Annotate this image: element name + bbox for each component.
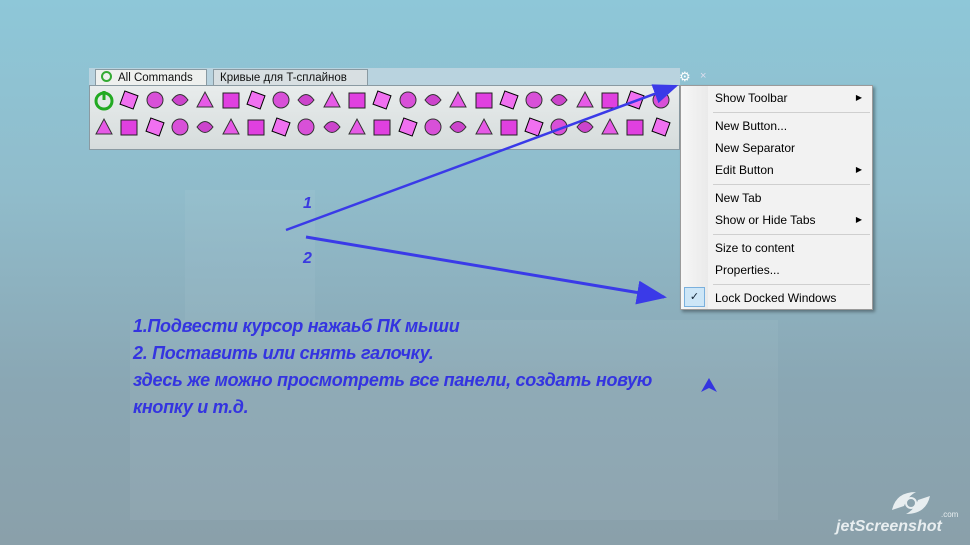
menu-item-lock-docked-windows[interactable]: Lock Docked Windows xyxy=(715,291,836,305)
submenu-arrow-icon: ▶ xyxy=(855,165,862,174)
menu-separator xyxy=(713,112,870,113)
menu-item-edit-button[interactable]: Edit Button xyxy=(715,163,865,177)
cursor-mark-icon xyxy=(701,378,717,392)
annotation-label-2: 2 xyxy=(303,250,312,267)
menu-item-size-to-content[interactable]: Size to content xyxy=(715,241,794,255)
menu-gutter xyxy=(681,86,708,309)
watermark-logo: jetScreenshot .com xyxy=(836,488,966,543)
menu-item-new-tab[interactable]: New Tab xyxy=(715,191,761,205)
menu-item-new-separator[interactable]: New Separator xyxy=(715,141,795,155)
arrow-1 xyxy=(285,84,679,232)
menu-separator xyxy=(713,284,870,285)
menu-item-show-hide-tabs[interactable]: Show or Hide Tabs xyxy=(715,213,865,227)
menu-separator xyxy=(713,184,870,185)
annotation-label-1: 1 xyxy=(303,195,312,212)
submenu-arrow-icon: ▶ xyxy=(855,93,862,102)
instruction-line: 2. Поставить или снять галочку. xyxy=(133,343,434,363)
instruction-line: здесь же можно просмотреть все панели, с… xyxy=(133,370,653,390)
instruction-line: кнопку и т.д. xyxy=(133,397,249,417)
menu-item-properties[interactable]: Properties... xyxy=(715,263,780,277)
check-icon: ✓ xyxy=(684,287,705,307)
menu-item-new-button[interactable]: New Button... xyxy=(715,119,787,133)
arrow-2 xyxy=(305,235,667,305)
submenu-arrow-icon: ▶ xyxy=(855,215,862,224)
instruction-line: 1.Подвести курсор нажаьб ПК мыши xyxy=(133,316,460,336)
menu-item-show-toolbar[interactable]: Show Toolbar xyxy=(715,91,865,105)
eye-logo-icon xyxy=(892,492,930,514)
context-menu: Show Toolbar ▶ New Button... New Separat… xyxy=(680,85,873,310)
instruction-text: 1.Подвести курсор нажаьб ПК мыши 2. Пост… xyxy=(133,313,652,421)
menu-separator xyxy=(713,234,870,235)
